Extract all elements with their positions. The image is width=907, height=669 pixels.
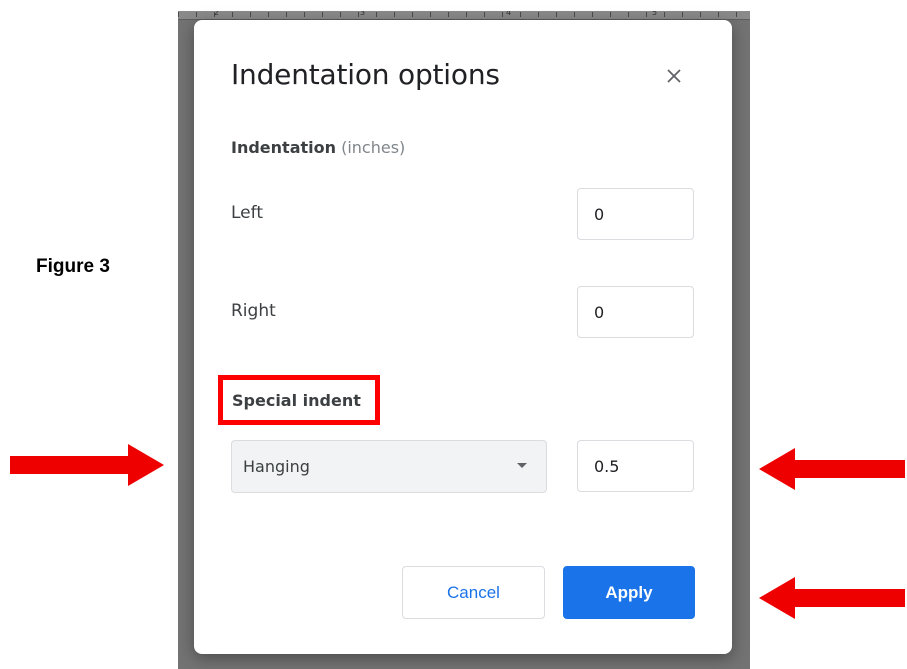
left-indent-input[interactable] (577, 188, 694, 240)
ruler-tick (430, 12, 431, 17)
cancel-button[interactable]: Cancel (402, 566, 545, 619)
indentation-heading-label: Indentation (231, 138, 336, 157)
indentation-unit-label: (inches) (341, 138, 406, 157)
ruler-tick (556, 12, 557, 17)
left-label: Left (231, 203, 263, 223)
ruler-number: 5 (652, 11, 658, 17)
ruler-tick (340, 12, 341, 17)
ruler-tick (250, 12, 251, 17)
ruler-tick (196, 12, 197, 17)
ruler-tick (484, 12, 485, 17)
ruler-tick (178, 12, 179, 17)
ruler-tick (448, 12, 449, 17)
ruler-tick (286, 12, 287, 17)
dialog-title: Indentation options (231, 58, 500, 91)
special-indent-label: Special indent (232, 390, 361, 410)
special-indent-select-value: Hanging (243, 457, 310, 476)
close-icon (667, 69, 681, 83)
ruler-tick (520, 12, 521, 17)
ruler-tick (232, 12, 233, 17)
ruler-tick (646, 12, 647, 17)
apply-button[interactable]: Apply (563, 566, 695, 619)
special-indent-value-input[interactable] (577, 440, 694, 492)
ruler-tick (700, 12, 701, 17)
ruler-tick (322, 12, 323, 17)
ruler-tick (592, 12, 593, 17)
ruler-tick (664, 12, 665, 17)
ruler-tick (376, 12, 377, 17)
chevron-down-icon (517, 463, 527, 468)
left-arrow-icon (759, 448, 905, 490)
ruler-tick (610, 12, 611, 17)
ruler-tick (268, 12, 269, 17)
right-label: Right (231, 301, 276, 321)
figure-label: Figure 3 (36, 256, 110, 277)
ruler-tick (358, 12, 359, 17)
ruler-tick (412, 12, 413, 17)
ruler-tick (574, 12, 575, 17)
ruler-tick (628, 12, 629, 17)
ruler-tick (466, 12, 467, 17)
ruler-tick (394, 12, 395, 17)
right-indent-input[interactable] (577, 286, 694, 338)
ruler-number: 4 (506, 11, 512, 17)
ruler-tick (502, 12, 503, 17)
ruler-tick (718, 12, 719, 17)
indentation-heading: Indentation (inches) (231, 138, 405, 157)
ruler-tick (736, 12, 737, 17)
ruler-tick (304, 12, 305, 17)
ruler-number: 3 (360, 11, 366, 17)
right-arrow-icon (10, 444, 164, 486)
left-arrow-icon (759, 577, 905, 619)
ruler: 2 3 4 5 (178, 11, 750, 20)
screenshot-stage: 2 3 4 5 Figure 3 Indentation options Indent… (0, 0, 907, 669)
special-indent-select[interactable]: Hanging (231, 440, 547, 493)
close-button[interactable] (658, 60, 690, 92)
ruler-number: 2 (214, 11, 220, 17)
special-indent-heading: Special indent (218, 375, 380, 425)
ruler-tick (682, 12, 683, 17)
ruler-tick (538, 12, 539, 17)
indentation-dialog: Indentation options Indentation (inches)… (194, 20, 732, 654)
